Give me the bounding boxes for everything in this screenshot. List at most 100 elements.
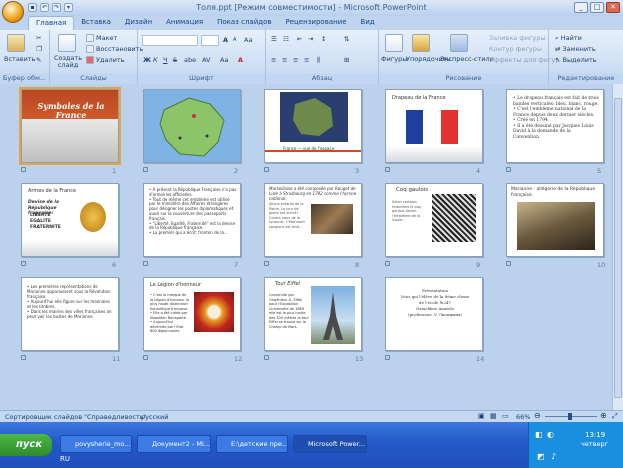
increase-indent-icon[interactable]: ⇥ [308,35,313,43]
layout-button[interactable]: Макет [86,34,117,42]
slide-thumb-13[interactable]: Tour Eiffel Construite par l'ingénieur G… [264,277,362,351]
find-button[interactable]: ⌕ Найти [555,34,582,43]
align-center-icon[interactable]: ≡ [282,56,287,64]
numbering-icon[interactable]: ☷ [283,35,289,43]
smartart-icon[interactable]: ⊞ [344,56,349,64]
replace-button[interactable]: ⇄ Заменить [555,45,596,53]
bullets-icon[interactable]: ☰ [271,35,277,43]
transition-icon[interactable] [385,261,390,266]
taskbar-item-3[interactable]: E:\детские пре... [216,435,288,453]
quick-styles-icon[interactable] [450,34,468,52]
clock-time[interactable]: 13:19 [585,431,605,439]
italic-button[interactable]: К [153,56,158,64]
bold-button[interactable]: Ж [143,56,151,64]
grow-font-button[interactable]: A [223,36,228,44]
minimize-button[interactable]: _ [574,2,588,13]
slide-thumb-1[interactable]: Symboles de la France [19,87,121,165]
select-button[interactable]: ↖ Выделить [555,56,597,64]
zoom-slider-thumb[interactable] [568,413,572,420]
transition-icon[interactable] [143,167,148,172]
transition-icon[interactable] [385,167,390,172]
transition-icon[interactable] [21,261,26,266]
tab-view[interactable]: Вид [354,16,382,30]
language-label[interactable]: русский [141,413,169,421]
taskbar-item-4[interactable]: Microsoft Power... [293,435,367,453]
view-slideshow-icon[interactable]: ▭ [502,412,509,420]
tab-home[interactable]: Главная [28,16,75,30]
slide-thumb-2[interactable] [143,89,241,163]
strikethrough-button[interactable]: S [173,56,177,64]
zoom-out-icon[interactable]: ⊖ [534,411,541,420]
slide-thumb-14[interactable]: Présentation Voici qui l'élève de la 8èm… [385,277,483,351]
shadow-button[interactable]: abe [184,56,196,64]
cut-icon[interactable]: ✂ [36,34,41,42]
transition-icon[interactable] [385,355,390,360]
char-spacing-icon[interactable]: AV [202,56,210,64]
slide-thumb-11[interactable]: • Les premières représentations de Maria… [21,277,119,351]
volume-icon[interactable]: ♪ [551,452,556,461]
close-button[interactable]: ✕ [606,2,620,13]
paste-icon[interactable] [7,34,25,52]
shapes-icon[interactable] [385,34,403,52]
tray-icon[interactable]: ◐ [547,430,554,439]
line-spacing-icon[interactable]: ↕ [321,35,326,43]
view-sorter-icon[interactable]: ▦ [490,412,497,420]
decrease-indent-icon[interactable]: ⇤ [297,35,302,43]
tray-icon[interactable]: ◩ [537,452,545,461]
arrange-icon[interactable] [412,34,430,52]
slide-thumb-7[interactable]: • A présent la République Française n'a … [143,183,241,257]
transition-icon[interactable] [21,167,26,172]
text-direction-icon[interactable]: ⇅ [344,35,349,43]
shrink-font-button[interactable]: A [233,37,236,43]
tab-animation[interactable]: Анимация [159,16,210,30]
slide-thumb-9[interactable]: Coq gaulois Selon certains historiens le… [385,183,483,257]
slide-thumb-5[interactable]: • Le drapeau français est fait de trois … [506,89,604,163]
transition-icon[interactable] [143,355,148,360]
zoom-level[interactable]: 66% [516,413,530,421]
delete-slide-button[interactable]: Удалить [86,56,124,64]
copy-icon[interactable]: ❐ [36,45,42,53]
tab-insert[interactable]: Вставка [74,16,118,30]
transition-icon[interactable] [264,261,269,266]
change-case-icon[interactable]: Aa [220,56,228,64]
clear-format-button[interactable]: Аа [244,36,252,44]
zoom-in-icon[interactable]: ⊕ [600,411,607,420]
font-size-input[interactable] [201,35,219,46]
align-left-icon[interactable]: ≡ [271,56,276,64]
scrollbar-thumb[interactable] [614,98,622,398]
keyboard-language[interactable]: RU [60,455,70,463]
slide-thumb-8[interactable]: Marseillaise a été composée par Rouget d… [264,183,362,257]
shape-outline-button[interactable]: Контур фигуры [489,45,542,53]
tray-icon[interactable]: ◧ [535,430,543,439]
tab-review[interactable]: Рецензирование [279,16,354,30]
tab-design[interactable]: Дизайн [118,16,159,30]
transition-icon[interactable] [506,261,511,266]
slide-thumb-4[interactable]: Drapeau de la France [385,89,483,163]
transition-icon[interactable] [264,167,269,172]
transition-icon[interactable] [143,261,148,266]
view-normal-icon[interactable]: ▣ [478,412,485,420]
shapes-button[interactable]: Фигуры [381,55,407,63]
slide-thumb-3[interactable]: France — vue de l'espace [264,89,362,163]
transition-icon[interactable] [506,167,511,172]
tab-slideshow[interactable]: Показ слайдов [210,16,278,30]
fit-window-icon[interactable]: ⤢ [612,412,618,421]
columns-icon[interactable]: ⫼ [317,56,320,65]
align-right-icon[interactable]: ≡ [293,56,298,64]
slide-thumb-12[interactable]: Le Légion d'honneur • C'est la marque de… [143,277,241,351]
start-button[interactable]: пуск [0,434,52,456]
format-painter-icon[interactable]: ✎ [36,56,41,64]
reset-button[interactable]: Восстановить [86,45,143,53]
taskbar-item-2[interactable]: Документ2 - Mi... [137,435,211,453]
office-button[interactable] [2,1,24,23]
new-slide-icon[interactable] [58,34,76,52]
quick-styles-button[interactable]: Экспресс-стили [440,55,494,63]
underline-button[interactable]: Ч [163,56,167,64]
shape-fill-button[interactable]: Заливка фигуры [489,34,546,42]
paste-button[interactable]: Вставить [4,55,35,63]
maximize-button[interactable]: □ [590,2,604,13]
transition-icon[interactable] [21,355,26,360]
font-color-icon[interactable]: A [238,56,243,64]
new-slide-button[interactable]: Создать слайд [53,55,83,69]
justify-icon[interactable]: ≡ [304,56,309,64]
